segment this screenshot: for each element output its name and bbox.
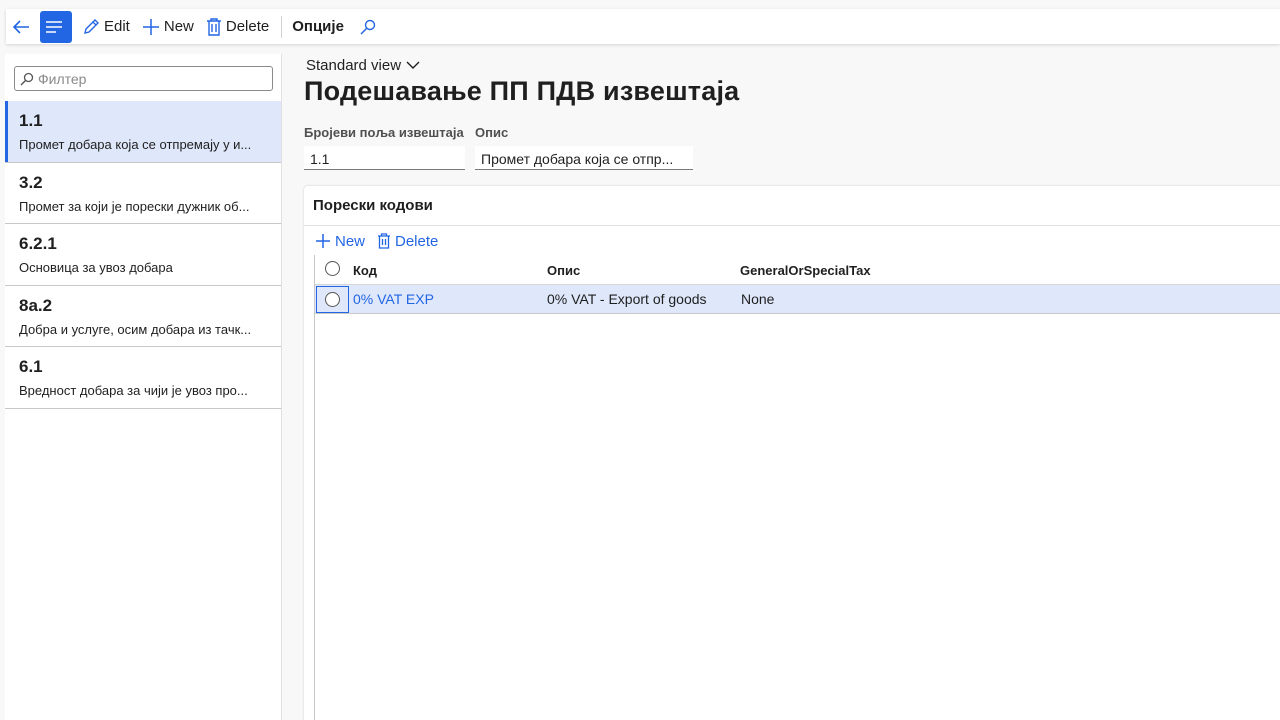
filter-placeholder: Филтер (38, 70, 87, 87)
grid-header: Код Опис GeneralOrSpecialTax (315, 255, 1280, 285)
action-pane: Edit New Delete Опције (6, 9, 1280, 44)
select-all-radio[interactable] (325, 261, 340, 276)
toolbar-divider (281, 15, 283, 38)
list-item[interactable]: 6.2.1 Основица за увоз добара (5, 224, 281, 286)
new-line-label: New (335, 232, 366, 250)
column-header-description[interactable]: Опис (547, 263, 580, 278)
options-tab[interactable]: Опције (288, 9, 352, 44)
description-label: Опис (475, 125, 509, 140)
pencil-icon (84, 18, 99, 34)
row-selector[interactable] (316, 286, 349, 313)
tax-codes-grid: Код Опис GeneralOrSpecialTax 0% VAT EXP … (314, 255, 1280, 720)
delete-label: Delete (225, 18, 270, 35)
list-item[interactable]: 6.1 Вредност добара за чији је увоз про.… (5, 347, 281, 409)
report-field-number-input[interactable]: 1.1 (304, 146, 465, 170)
section-title[interactable]: Порески кодови (313, 197, 433, 214)
list-item[interactable]: 3.2 Промет за који је порески дужник об.… (5, 163, 281, 224)
record-list: 1.1 Промет добара која се отпремају у и.… (5, 101, 281, 409)
trash-icon (378, 233, 390, 249)
delete-line-button[interactable]: Delete (377, 230, 438, 252)
tax-code-type: None (741, 291, 775, 307)
plus-icon (142, 18, 159, 35)
view-selector[interactable]: Standard view (306, 57, 420, 74)
back-arrow-icon (12, 19, 29, 34)
list-item-code: 8а.2 (19, 295, 53, 315)
list-item-description: Промет добара која се отпремају у и... (19, 137, 252, 152)
list-view-toggle[interactable] (40, 10, 72, 43)
delete-line-label: Delete (395, 232, 439, 250)
list-item-code: 6.2.1 (19, 234, 57, 253)
list-item[interactable]: 8а.2 Добра и услуге, осим добара из тачк… (5, 286, 281, 347)
tax-code-link[interactable]: 0% VAT EXP (353, 291, 434, 307)
page-title: Подешавање ПП ПДВ извештаја (304, 76, 740, 106)
list-item-description: Промет за који је порески дужник об... (19, 198, 250, 214)
list-item-code: 6.1 (19, 357, 43, 376)
search-icon (360, 19, 376, 35)
new-label: New (163, 18, 194, 35)
description-input[interactable]: Промет добара која се отпр... (475, 146, 693, 170)
new-button[interactable]: New (136, 9, 200, 44)
list-item-code: 1.1 (19, 111, 43, 130)
edit-label: Edit (104, 18, 130, 35)
view-label: Standard view (306, 57, 402, 74)
column-header-general-or-special-tax[interactable]: GeneralOrSpecialTax (740, 263, 871, 278)
row-radio[interactable] (325, 292, 340, 307)
column-header-code[interactable]: Код (353, 263, 377, 278)
search-icon (20, 72, 34, 85)
new-line-button[interactable]: New (315, 230, 365, 252)
edit-button[interactable]: Edit (76, 9, 136, 44)
tax-codes-section: Порески кодови New Delete Код Опис Gener… (304, 186, 1280, 720)
plus-icon (316, 234, 330, 248)
report-field-number-label: Бројеви поља извештаја (304, 125, 464, 140)
delete-button[interactable]: Delete (200, 9, 275, 44)
record-list-pane: Филтер 1.1 Промет добара која се отпрема… (5, 54, 282, 720)
list-item-description: Добра и услуге, осим добара из тачк... (19, 321, 252, 337)
trash-icon (206, 17, 221, 36)
back-button[interactable] (6, 9, 40, 44)
table-row[interactable]: 0% VAT EXP 0% VAT - Export of goods None (315, 285, 1280, 314)
tax-code-description: 0% VAT - Export of goods (547, 291, 707, 307)
filter-input[interactable]: Филтер (14, 66, 273, 91)
list-item-description: Основица за увоз добара (19, 260, 173, 275)
list-item-code: 3.2 (19, 172, 43, 192)
list-item-description: Вредност добара за чији је увоз про... (19, 383, 248, 398)
find-button[interactable] (352, 9, 388, 44)
list-lines-icon (46, 20, 62, 33)
list-item[interactable]: 1.1 Промет добара која се отпремају у и.… (5, 101, 281, 163)
section-divider (304, 225, 1280, 226)
chevron-down-icon (406, 61, 420, 69)
